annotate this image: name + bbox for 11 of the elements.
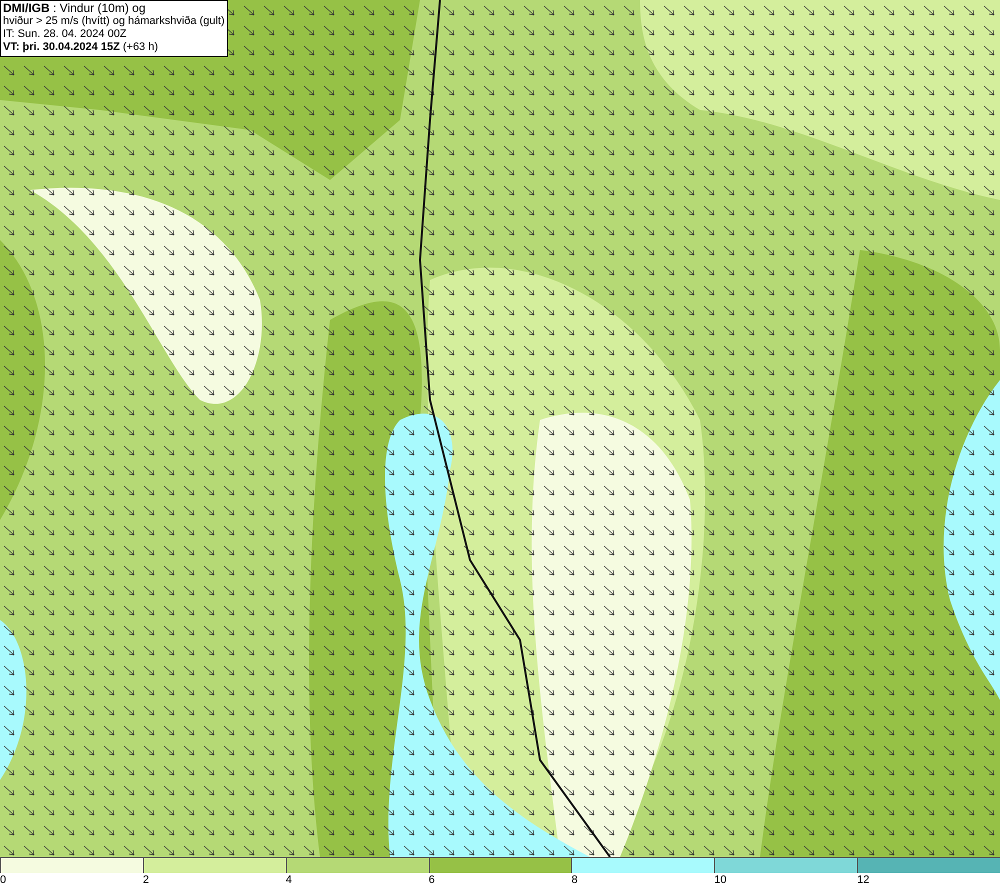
legend-label: 4 bbox=[286, 873, 292, 887]
info-line: IT: Sun. 28. 04. 2024 00Z bbox=[3, 28, 128, 41]
legend-label: 8 bbox=[571, 873, 578, 887]
legend-label: 0 bbox=[0, 873, 6, 887]
legend-label: 12 bbox=[857, 873, 870, 887]
info-line: hviður > 25 m/s (hvítt) og hámarkshviða (gult) bbox=[3, 15, 225, 28]
legend-label: 2 bbox=[142, 873, 149, 887]
info-line: DMI/IGB : Vindur (10m) og bbox=[3, 2, 146, 15]
legend-label: 10 bbox=[714, 873, 727, 887]
info-line: VT: þri. 30.04.2024 15Z (+63 h) bbox=[3, 41, 160, 54]
legend-label: 6 bbox=[428, 873, 435, 887]
